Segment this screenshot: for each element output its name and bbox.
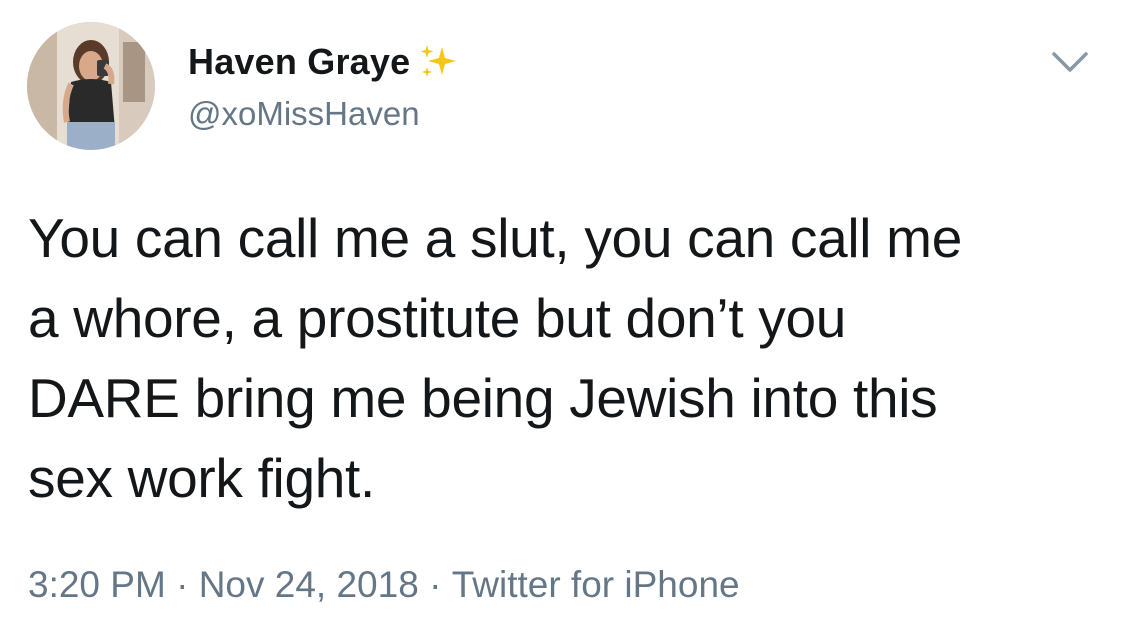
sparkles-icon	[420, 45, 457, 77]
user-handle[interactable]: @xoMissHaven	[188, 94, 420, 134]
tweet-meta: 3:20 PM · Nov 24, 2018 · Twitter for iPh…	[28, 560, 740, 610]
tweet-time[interactable]: 3:20 PM	[28, 560, 166, 610]
display-name[interactable]: Haven Graye	[188, 40, 410, 84]
tweet-date[interactable]: Nov 24, 2018	[199, 560, 419, 610]
tweet-source[interactable]: Twitter for iPhone	[452, 560, 740, 610]
chevron-down-icon[interactable]	[1050, 48, 1090, 76]
avatar[interactable]	[27, 22, 155, 150]
meta-separator: ·	[165, 564, 199, 605]
avatar-photo	[27, 22, 155, 150]
tweet-text: You can call me a slut, you can call me …	[28, 207, 962, 509]
meta-separator: ·	[418, 564, 452, 605]
display-name-row: Haven Graye	[188, 40, 458, 84]
tweet-card: Haven Graye @xoMissHaven You can call me…	[0, 0, 1125, 628]
